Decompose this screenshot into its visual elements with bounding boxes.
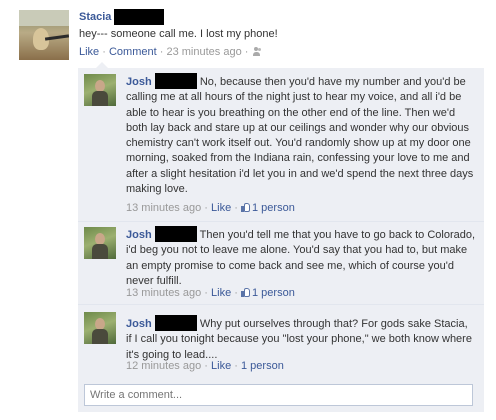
comment-actions: 12 minutes ago · Like · 1 person (126, 360, 284, 372)
commenter-avatar[interactable] (84, 312, 116, 344)
comment-actions: 13 minutes ago · Like · 1 person (126, 287, 295, 299)
comment-like-link[interactable]: Like (211, 287, 231, 299)
thumbs-up-icon (241, 202, 251, 212)
post-timestamp[interactable]: 23 minutes ago (166, 46, 241, 58)
comment-likes-count[interactable]: 1 person (241, 287, 295, 299)
post-like-link[interactable]: Like (79, 46, 99, 58)
post-comment-link[interactable]: Comment (109, 46, 157, 58)
comment-body: Josh No, because then you'd have my numb… (126, 73, 476, 197)
comment-item: Josh Then you'd tell me that you have to… (78, 221, 484, 305)
separator: · (244, 46, 249, 58)
separator: · (204, 202, 208, 214)
comment-body: Josh Why put ourselves through that? For… (126, 315, 476, 363)
comment-text: No, because then you'd have my number an… (126, 76, 474, 196)
redaction-bar (154, 226, 197, 242)
post-author-name[interactable]: Stacia (79, 11, 111, 23)
comment-likes-count[interactable]: 1 person (241, 202, 295, 214)
people-icon (253, 47, 263, 56)
comment-timestamp[interactable]: 13 minutes ago (126, 202, 201, 214)
redaction-bar (154, 315, 197, 331)
separator: · (159, 46, 164, 58)
thumbs-up-icon (241, 287, 251, 297)
comment-timestamp[interactable]: 13 minutes ago (126, 287, 201, 299)
separator: · (204, 360, 208, 372)
comment-item: Josh No, because then you'd have my numb… (78, 68, 484, 222)
comment-item: Josh Why put ourselves through that? For… (78, 304, 484, 378)
post-actions: Like · Comment · 23 minutes ago · (79, 46, 263, 58)
comment-likes-count[interactable]: 1 person (241, 360, 284, 372)
comment-body: Josh Then you'd tell me that you have to… (126, 226, 476, 289)
comments-list: Josh No, because then you'd have my numb… (78, 68, 484, 412)
write-comment-input[interactable] (84, 384, 473, 406)
comment-like-link[interactable]: Like (211, 202, 231, 214)
commenter-avatar[interactable] (84, 227, 116, 259)
comment-author-name[interactable]: Josh (126, 318, 152, 330)
redaction-bar (154, 73, 197, 89)
status-post: Stacia hey--- someone call me. I lost my… (0, 0, 496, 68)
commenter-avatar[interactable] (84, 74, 116, 106)
comment-author-name[interactable]: Josh (126, 76, 152, 88)
separator: · (234, 360, 238, 372)
redaction-bar (114, 9, 164, 25)
post-author-avatar[interactable] (19, 10, 69, 60)
post-text: hey--- someone call me. I lost my phone! (79, 28, 278, 40)
separator: · (102, 46, 106, 58)
comment-author-name[interactable]: Josh (126, 229, 152, 241)
separator: · (234, 287, 238, 299)
comment-actions: 13 minutes ago · Like · 1 person (126, 202, 295, 214)
separator: · (234, 202, 238, 214)
separator: · (204, 287, 208, 299)
comment-timestamp[interactable]: 12 minutes ago (126, 360, 201, 372)
comment-like-link[interactable]: Like (211, 360, 231, 372)
